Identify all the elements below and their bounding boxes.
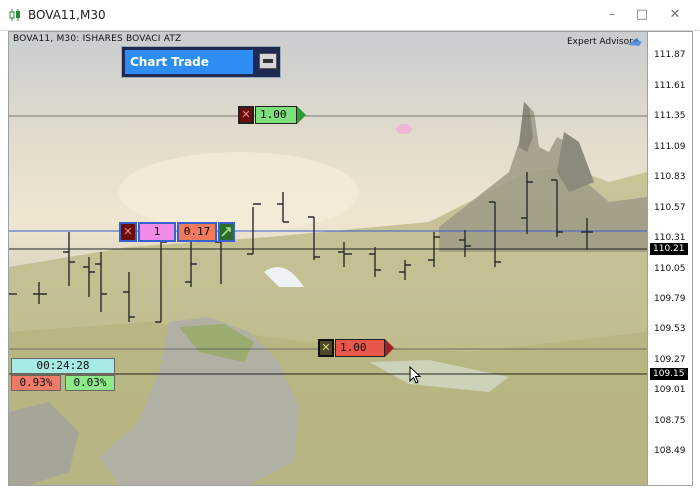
chart-plot-area[interactable]: BOVA11, M30: ISHARES BOVACI ATZ Expert A…	[9, 32, 647, 485]
price-label: 111.87	[654, 50, 686, 60]
price-label: 111.09	[654, 142, 686, 152]
take-profit-arrow[interactable]	[297, 106, 306, 124]
price-label: 108.49	[654, 446, 686, 456]
candle-timer: 00:24:28	[11, 358, 115, 374]
position-volume: 1	[138, 222, 176, 242]
stop-loss-order[interactable]: ✕ 1.00	[318, 339, 398, 357]
maximize-button[interactable]: □	[627, 5, 657, 25]
price-label: 110.05	[654, 264, 686, 274]
cursor-price-tag: 109.15	[650, 368, 688, 380]
price-label: 109.01	[654, 385, 686, 395]
stop-loss-value: 1.00	[335, 339, 385, 357]
chart-symbol-info: BOVA11, M30: ISHARES BOVACI ATZ	[13, 34, 182, 44]
price-label: 111.61	[654, 81, 686, 91]
price-label: 109.27	[654, 355, 686, 365]
chart-trade-panel[interactable]: Chart Trade	[121, 46, 281, 78]
chart-trade-minimize-button[interactable]	[259, 53, 277, 69]
chart-candles-icon	[9, 9, 20, 21]
window-titlebar: BOVA11,M30 – □ ✕	[0, 0, 700, 31]
chart-background	[9, 32, 647, 485]
price-label: 110.31	[654, 233, 686, 243]
price-label: 110.83	[654, 172, 686, 182]
chart-trade-title[interactable]: Chart Trade	[125, 50, 253, 74]
take-profit-value: 1.00	[255, 106, 297, 124]
price-label: 109.53	[654, 324, 686, 334]
price-label: 108.75	[654, 416, 686, 426]
price-scale[interactable]: 111.87 111.61 111.35 111.09 110.83 110.5…	[647, 32, 692, 485]
minimize-button[interactable]: –	[597, 5, 627, 25]
take-profit-order[interactable]: ✕ 1.00	[238, 106, 318, 124]
price-label: 111.35	[654, 111, 686, 121]
arrow-cursor-icon	[409, 366, 422, 384]
position-profit: 0.17	[177, 222, 217, 242]
close-x-icon[interactable]: ✕	[318, 339, 334, 357]
price-label: 109.79	[654, 294, 686, 304]
close-button[interactable]: ✕	[660, 5, 690, 25]
window-title: BOVA11,M30	[28, 8, 106, 22]
expand-arrow-icon[interactable]	[218, 222, 235, 242]
change-left-badge: 0.93%	[11, 375, 61, 391]
price-label: 110.57	[654, 203, 686, 213]
chart-window[interactable]: BOVA11, M30: ISHARES BOVACI ATZ Expert A…	[8, 31, 693, 486]
expert-advisor-label: Expert Advisor	[567, 37, 633, 47]
change-right-badge: 0.03%	[65, 375, 115, 391]
stop-loss-arrow[interactable]	[385, 339, 394, 357]
hat-icon	[628, 38, 642, 46]
close-x-icon[interactable]: ✕	[238, 106, 254, 124]
current-price-tag: 110.21	[650, 243, 688, 255]
close-x-icon[interactable]: ✕	[119, 222, 137, 242]
